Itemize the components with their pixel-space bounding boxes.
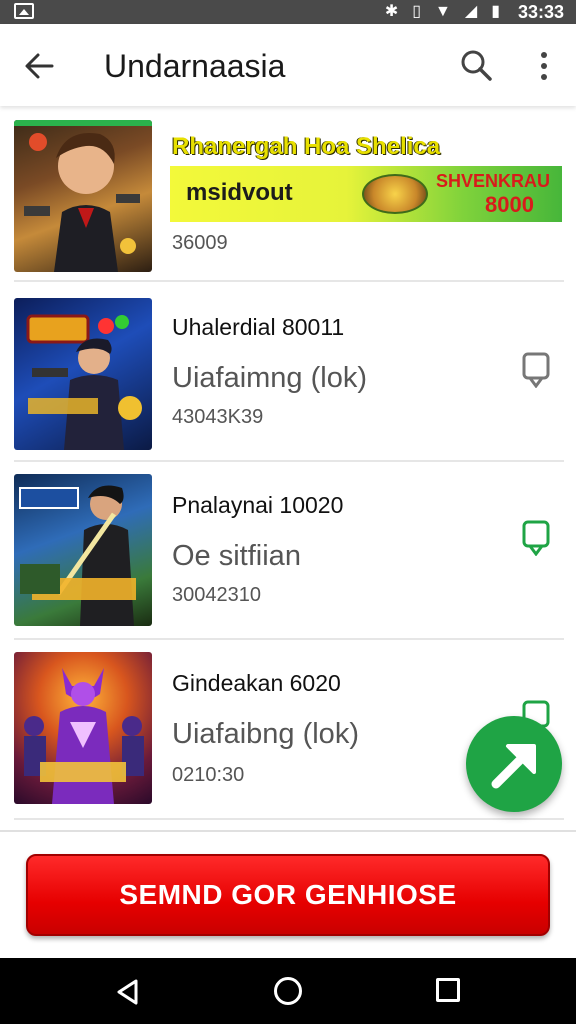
- list-item[interactable]: Pnalaynai 10020 Oe sitfiian 30042310: [14, 462, 564, 638]
- promo-value: 36009: [172, 232, 228, 254]
- item-title: Pnalaynai 10020: [172, 492, 344, 518]
- app-bar: Undarnaasia: [0, 24, 576, 106]
- divider: [14, 818, 564, 820]
- game-thumbnail: [14, 652, 152, 804]
- battery-icon: ▮: [491, 3, 500, 20]
- list-item[interactable]: Uhalerdial 80011 Uiafaimng (lok) 43043K3…: [14, 284, 564, 460]
- game-thumbnail: [14, 298, 152, 450]
- device-status-icon[interactable]: [522, 520, 550, 556]
- status-bar: ✱ ▯ ▼ ◢ ▮ 33:33: [0, 0, 576, 24]
- nav-recents-icon[interactable]: [436, 978, 460, 1002]
- game-thumbnail: [14, 120, 152, 272]
- item-title: Uhalerdial 80011: [172, 314, 345, 340]
- nav-home-icon[interactable]: [274, 977, 302, 1005]
- item-status: Oe sitfiian: [172, 540, 301, 572]
- vibrate-icon: ▯: [412, 3, 422, 20]
- item-code: 0210:30: [172, 764, 245, 786]
- nav-back-icon[interactable]: [114, 978, 142, 1006]
- open-fab-button[interactable]: [466, 716, 562, 812]
- page-title: Undarnaasia: [104, 48, 286, 84]
- arrow-up-right-icon: [491, 744, 536, 789]
- promo-banner-right-top-text: SHVENKRAU: [435, 171, 550, 191]
- image-icon: [14, 3, 34, 19]
- promo-banner[interactable]: msidvout SHVENKRAU 8000: [170, 166, 562, 222]
- device-status-icon[interactable]: [522, 352, 550, 388]
- wifi-icon: ▼: [435, 3, 451, 20]
- divider: [14, 280, 564, 282]
- item-status: Uiafaibng (lok): [172, 718, 359, 750]
- promo-banner-left-text: msidvout: [186, 179, 293, 206]
- search-icon: [461, 50, 492, 81]
- system-nav-bar: [0, 958, 576, 1024]
- search-button[interactable]: [456, 46, 496, 86]
- more-options-button[interactable]: [528, 46, 560, 86]
- more-vert-icon: [541, 52, 547, 80]
- back-button[interactable]: [20, 46, 60, 86]
- promo-banner-right-bottom-text: 8000: [485, 192, 534, 217]
- bluetooth-icon: ✱: [384, 3, 399, 20]
- item-status: Uiafaimng (lok): [172, 362, 367, 394]
- screen: ✱ ▯ ▼ ◢ ▮ 33:33 Undarnaasia Rhanergah Ho…: [0, 0, 576, 1024]
- list-item-promo[interactable]: Rhanergah Hoa Shelica msidvout SHVENKRAU…: [14, 106, 564, 282]
- item-code: 43043K39: [172, 406, 264, 428]
- item-code: 30042310: [172, 584, 261, 606]
- bottom-action-area: SEMND GOR GENHIOSE: [0, 830, 576, 958]
- status-icons: ✱ ▯ ▼ ◢ ▮: [385, 2, 500, 22]
- item-title: Gindeakan 6020: [172, 670, 341, 696]
- signal-icon: ◢: [464, 3, 478, 20]
- game-thumbnail: [14, 474, 152, 626]
- promo-emblem: [362, 174, 428, 214]
- promo-title: Rhanergah Hoa Shelica: [172, 133, 441, 160]
- arrow-left-icon: [25, 53, 54, 79]
- cta-button[interactable]: SEMND GOR GENHIOSE: [26, 854, 550, 936]
- status-time: 33:33: [517, 2, 564, 22]
